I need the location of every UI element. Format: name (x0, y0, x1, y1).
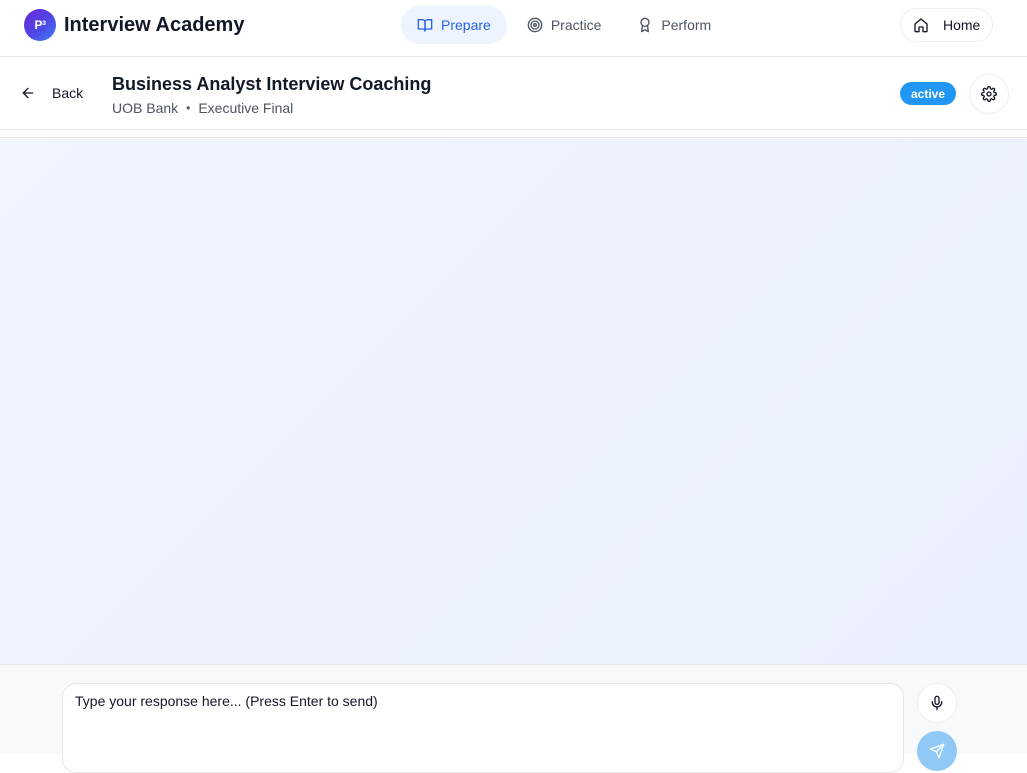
settings-button[interactable] (969, 74, 1009, 114)
send-button[interactable] (917, 731, 957, 771)
book-open-icon (417, 19, 433, 32)
back-button-label: Back (52, 85, 84, 101)
top-nav: P³ Interview Academy Prepare Practice Pe… (0, 0, 1027, 57)
home-button[interactable]: Home (900, 8, 994, 42)
gear-icon (981, 86, 997, 102)
brand[interactable]: P³ Interview Academy (24, 9, 244, 41)
arrow-left-icon (22, 87, 34, 99)
header-divider (0, 131, 1027, 138)
conversation-area[interactable] (0, 139, 1027, 664)
session-stage: Executive Final (198, 100, 294, 116)
session-company: UOB Bank (112, 100, 179, 116)
back-button[interactable]: Back (20, 85, 83, 101)
tab-perform[interactable]: Perform (621, 6, 727, 44)
tab-practice-label: Practice (550, 17, 602, 33)
session-title: Business Analyst Interview Coaching (112, 74, 432, 94)
brand-logo-text: P³ (34, 18, 47, 32)
session-header: Back Business Analyst Interview Coaching… (0, 58, 1027, 130)
composer (0, 664, 1027, 773)
mic-button[interactable] (917, 683, 957, 723)
tab-prepare[interactable]: Prepare (401, 6, 507, 44)
home-icon (914, 18, 928, 33)
send-icon (929, 743, 945, 759)
tab-practice[interactable]: Practice (511, 6, 618, 44)
home-button-label: Home (943, 17, 981, 33)
session-subtitle: UOB Bank • Executive Final (112, 100, 293, 116)
award-icon (640, 17, 651, 33)
brand-logo: P³ (24, 9, 56, 41)
tab-perform-label: Perform (661, 17, 712, 33)
tab-prepare-label: Prepare (441, 17, 491, 33)
separator-dot: • (186, 101, 191, 115)
response-input[interactable] (62, 683, 904, 773)
status-badge: active (900, 82, 957, 105)
main-nav: Prepare Practice Perform (401, 6, 731, 44)
microphone-icon (931, 695, 943, 711)
brand-title: Interview Academy (64, 13, 245, 36)
target-icon (527, 17, 543, 33)
